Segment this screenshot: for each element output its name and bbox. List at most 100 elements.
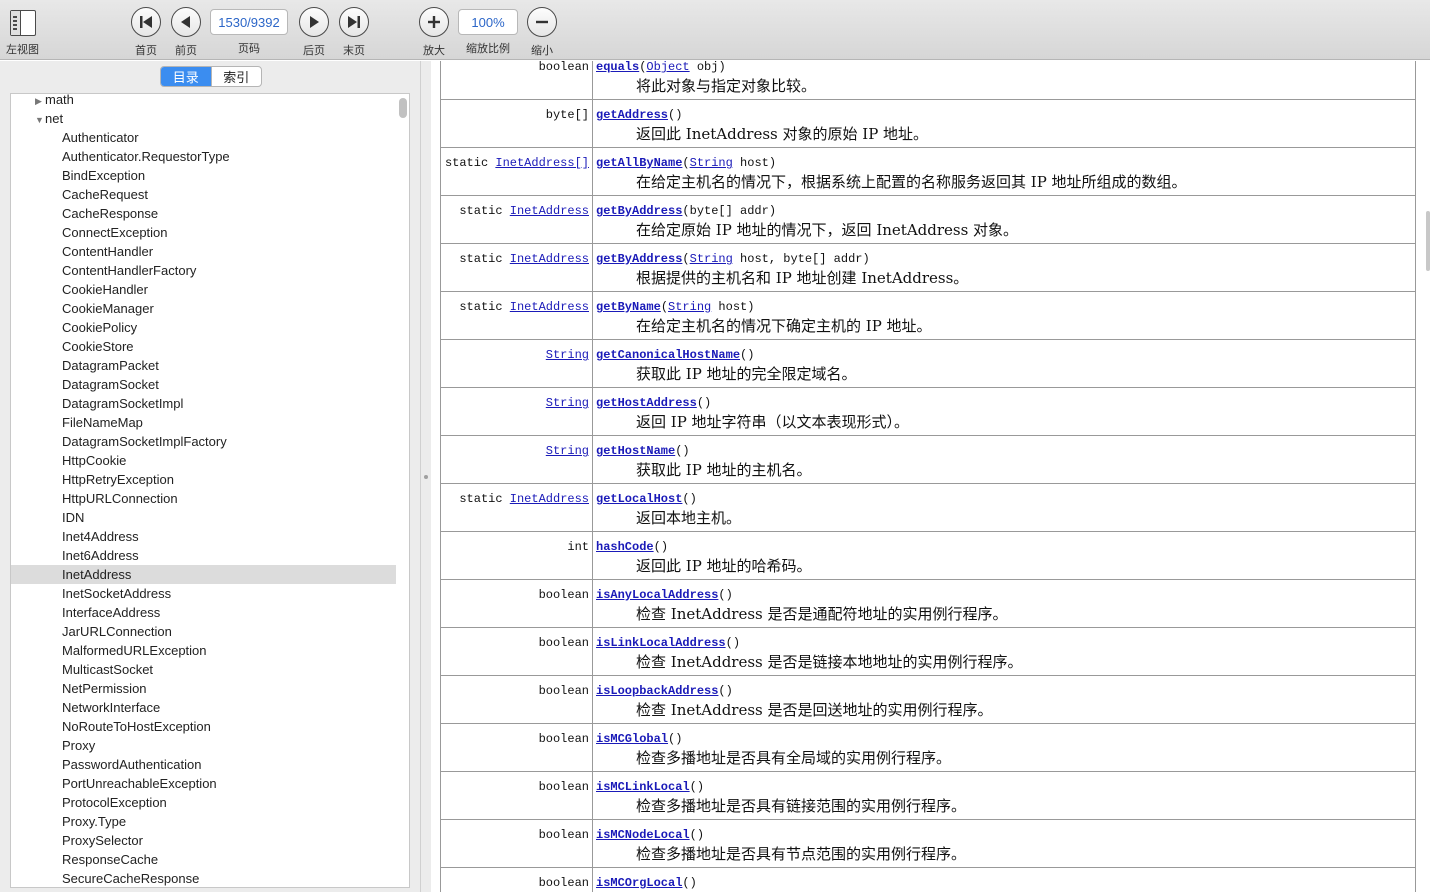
return-type-link[interactable]: String — [546, 396, 589, 410]
param-type-link[interactable]: String — [690, 156, 733, 170]
tree-item[interactable]: ContentHandler — [11, 242, 396, 261]
tree-item[interactable]: NetPermission — [11, 679, 396, 698]
zoom-in-button[interactable]: 放大 — [419, 7, 449, 58]
tree-item-label: CookiePolicy — [62, 320, 138, 335]
tree-item[interactable]: SecureCacheResponse — [11, 869, 396, 887]
return-type-link[interactable]: InetAddress — [510, 300, 589, 314]
toc-tree[interactable]: ▶ math ▼net Authenticator Authenticator.Requ… — [10, 93, 410, 888]
tree-item[interactable]: Inet4Address — [11, 527, 396, 546]
method-signature: isLinkLocalAddress() — [596, 636, 741, 650]
tree-item[interactable]: Inet6Address — [11, 546, 396, 565]
method-name-link[interactable]: hashCode — [596, 540, 654, 554]
tree-item[interactable]: CacheResponse — [11, 204, 396, 223]
tree-item[interactable]: CookiePolicy — [11, 318, 396, 337]
method-signature: equals(Object obj) — [596, 61, 726, 74]
tree-item[interactable]: InetAddress — [11, 565, 396, 584]
tree-item[interactable]: Proxy.Type — [11, 812, 396, 831]
tree-item[interactable]: BindException — [11, 166, 396, 185]
tree-item[interactable]: CookieStore — [11, 337, 396, 356]
return-type-link[interactable]: String — [546, 348, 589, 362]
tree-item[interactable]: DatagramSocketImplFactory — [11, 432, 396, 451]
tree-item-label: MulticastSocket — [62, 662, 154, 677]
split-divider[interactable] — [420, 61, 431, 892]
zoom-field[interactable]: 100% — [458, 9, 518, 35]
tree-item[interactable]: JarURLConnection — [11, 622, 396, 641]
page-number-field[interactable]: 1530/9392 — [210, 9, 288, 35]
method-name-link[interactable]: getLocalHost — [596, 492, 682, 506]
tree-item[interactable]: DatagramSocket — [11, 375, 396, 394]
return-type-link[interactable]: InetAddress[] — [495, 156, 589, 170]
tree-item[interactable]: CacheRequest — [11, 185, 396, 204]
param-text: obj — [689, 61, 719, 74]
method-signature: getByAddress(byte[] addr) — [596, 204, 777, 218]
tree-item[interactable]: CookieManager — [11, 299, 396, 318]
tree-item[interactable]: InterfaceAddress — [11, 603, 396, 622]
next-page-button[interactable]: 后页 — [299, 7, 329, 58]
first-page-button[interactable]: 首页 — [131, 7, 161, 58]
method-name-link[interactable]: getCanonicalHostName — [596, 348, 740, 362]
tree-item[interactable]: ContentHandlerFactory — [11, 261, 396, 280]
tree-item[interactable]: ResponseCache — [11, 850, 396, 869]
method-name-link[interactable]: getAllByName — [596, 156, 682, 170]
method-name-link[interactable]: getHostName — [596, 444, 675, 458]
return-type-link[interactable]: InetAddress — [510, 204, 589, 218]
tab-toc[interactable]: 目录 — [161, 67, 211, 86]
return-type-link[interactable]: String — [546, 444, 589, 458]
tree-scrollbar[interactable] — [399, 98, 407, 118]
tree-item[interactable]: PasswordAuthentication — [11, 755, 396, 774]
method-name-link[interactable]: isAnyLocalAddress — [596, 588, 718, 602]
method-name-link[interactable]: isMCGlobal — [596, 732, 668, 746]
tree-item[interactable]: FileNameMap — [11, 413, 396, 432]
method-modifier: boolean — [440, 579, 593, 628]
return-type-link[interactable]: InetAddress — [510, 492, 589, 506]
return-type-link[interactable]: InetAddress — [510, 252, 589, 266]
method-modifier: String — [440, 339, 593, 388]
tree-folder-math[interactable]: ▶ math — [11, 94, 396, 109]
method-name-link[interactable]: isMCOrgLocal — [596, 876, 682, 890]
zoom-out-button[interactable]: 缩小 — [527, 7, 557, 58]
tab-index[interactable]: 索引 — [210, 67, 262, 86]
method-name-link[interactable]: getByAddress — [596, 204, 682, 218]
tree-item[interactable]: MulticastSocket — [11, 660, 396, 679]
tree-item[interactable]: ProtocolException — [11, 793, 396, 812]
tree-item[interactable]: HttpRetryException — [11, 470, 396, 489]
tree-item[interactable]: ConnectException — [11, 223, 396, 242]
tree-item[interactable]: IDN — [11, 508, 396, 527]
param-type-link[interactable]: Object — [646, 61, 689, 74]
tree-item[interactable]: Proxy — [11, 736, 396, 755]
method-name-link[interactable]: isMCLinkLocal — [596, 780, 690, 794]
method-name-link[interactable]: getAddress — [596, 108, 668, 122]
param-type-link[interactable]: String — [690, 252, 733, 266]
method-name-link[interactable]: isMCNodeLocal — [596, 828, 690, 842]
method-name-link[interactable]: getByAddress — [596, 252, 682, 266]
tree-item[interactable]: Authenticator.RequestorType — [11, 147, 396, 166]
tree-item-label: PasswordAuthentication — [62, 757, 202, 772]
method-name-link[interactable]: isLoopbackAddress — [596, 684, 718, 698]
method-name-link[interactable]: equals — [596, 61, 639, 74]
tree-item-label: HttpCookie — [62, 453, 127, 468]
tree-item[interactable]: CookieHandler — [11, 280, 396, 299]
tree-item[interactable]: DatagramPacket — [11, 356, 396, 375]
tree-item-label: DatagramSocketImplFactory — [62, 434, 227, 449]
tree-item[interactable]: MalformedURLException — [11, 641, 396, 660]
prev-page-button[interactable]: 前页 — [171, 7, 201, 58]
method-modifier: byte[] — [440, 99, 593, 148]
tree-item[interactable]: PortUnreachableException — [11, 774, 396, 793]
tree-item[interactable]: Authenticator — [11, 128, 396, 147]
method-description: 检查 InetAddress 是否是回送地址的实用例行程序。 — [636, 701, 993, 719]
tree-item[interactable]: HttpURLConnection — [11, 489, 396, 508]
tree-folder-net[interactable]: ▼net — [11, 109, 396, 128]
tree-item[interactable]: HttpCookie — [11, 451, 396, 470]
tree-item[interactable]: NoRouteToHostException — [11, 717, 396, 736]
last-page-button[interactable]: 末页 — [339, 7, 369, 58]
tree-item[interactable]: ProxySelector — [11, 831, 396, 850]
left-view-button[interactable]: 左视图 — [6, 7, 39, 57]
tree-item[interactable]: NetworkInterface — [11, 698, 396, 717]
param-type-link[interactable]: String — [668, 300, 711, 314]
tree-item[interactable]: InetSocketAddress — [11, 584, 396, 603]
method-name-link[interactable]: getByName — [596, 300, 661, 314]
method-name-link[interactable]: isLinkLocalAddress — [596, 636, 726, 650]
tree-item[interactable]: DatagramSocketImpl — [11, 394, 396, 413]
document-scrollbar[interactable] — [1426, 211, 1430, 271]
method-name-link[interactable]: getHostAddress — [596, 396, 697, 410]
